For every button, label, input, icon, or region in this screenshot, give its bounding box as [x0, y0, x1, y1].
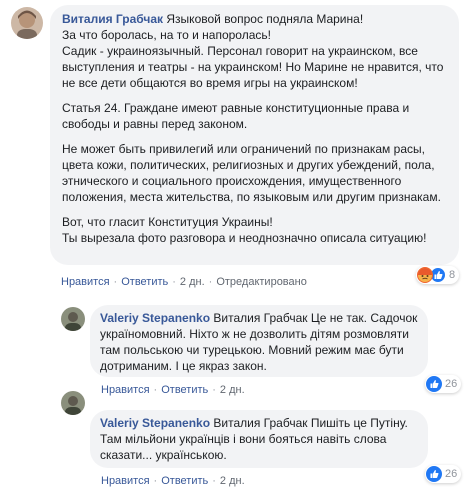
reaction-summary[interactable]: 26	[425, 465, 462, 483]
like-icon	[426, 466, 442, 482]
reply-button[interactable]: Ответить	[121, 276, 168, 288]
comment-paragraph: Статья 24. Граждане имеют равные констит…	[62, 101, 410, 131]
edited-label[interactable]: Отредактировано	[216, 276, 307, 288]
reaction-count: 8	[449, 269, 456, 281]
angry-icon	[417, 267, 433, 283]
reply-button[interactable]: Ответить	[161, 384, 208, 396]
author-name[interactable]: Valeriy Stepanenko	[100, 416, 210, 430]
like-icon	[426, 376, 442, 392]
like-button[interactable]: Нравится	[61, 276, 110, 288]
comment-actions: Нравится · Ответить · 2 дн. · Отредактировано	[61, 276, 307, 288]
comment-actions: Нравится · Ответить · 2 дн.	[101, 384, 245, 396]
avatar[interactable]	[61, 391, 85, 415]
reaction-count: 26	[445, 378, 458, 390]
timestamp[interactable]: 2 дн.	[220, 475, 245, 487]
comment-paragraph: Вот, что гласит Конституция Украины! Ты …	[62, 215, 427, 245]
comment-bubble: Valeriy Stepanenko Виталия Грабчак Це не…	[90, 305, 428, 377]
author-name[interactable]: Виталия Грабчак	[62, 12, 163, 26]
comment-text: Valeriy Stepanenko Виталия Грабчак Це не…	[100, 310, 418, 374]
reaction-summary[interactable]: 26	[425, 375, 462, 393]
comment-paragraph: Не может быть привилегий или ограничений…	[62, 142, 441, 204]
avatar[interactable]	[11, 7, 43, 39]
comment-bubble: Виталия Грабчак Языковой вопрос подняла …	[50, 5, 459, 265]
reaction-count: 26	[445, 468, 458, 480]
comment-actions: Нравится · Ответить · 2 дн.	[101, 475, 245, 487]
reaction-summary[interactable]: 8	[416, 266, 460, 284]
author-name[interactable]: Valeriy Stepanenko	[100, 311, 210, 325]
avatar[interactable]	[61, 307, 85, 331]
timestamp[interactable]: 2 дн.	[220, 384, 245, 396]
like-button[interactable]: Нравится	[101, 384, 150, 396]
like-button[interactable]: Нравится	[101, 475, 150, 487]
reply-button[interactable]: Ответить	[161, 475, 208, 487]
comment-text: Valeriy Stepanenko Виталия Грабчак Пишіт…	[100, 415, 418, 463]
comment-text: Виталия Грабчак Языковой вопрос подняла …	[62, 12, 444, 90]
timestamp[interactable]: 2 дн.	[180, 276, 205, 288]
comment-bubble: Valeriy Stepanenko Виталия Грабчак Пишіт…	[90, 410, 428, 468]
